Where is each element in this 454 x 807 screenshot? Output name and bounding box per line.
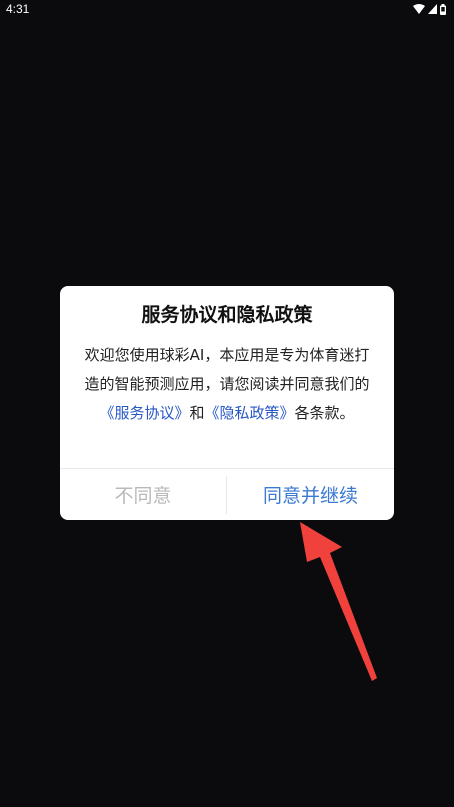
message-prefix: 欢迎您使用球彩AI，本应用是专为体育迷打造的智能预测应用，请您阅读并同意我们的 — [84, 346, 370, 393]
service-agreement-link[interactable]: 《服务协议》 — [99, 404, 189, 422]
wifi-icon — [413, 4, 425, 14]
agree-and-continue-button[interactable]: 同意并继续 — [227, 469, 394, 520]
dialog-message: 欢迎您使用球彩AI，本应用是专为体育迷打造的智能预测应用，请您阅读并同意我们的《… — [80, 341, 374, 428]
message-suffix: 各条款。 — [294, 404, 355, 422]
status-time: 4:31 — [6, 2, 30, 16]
status-bar: 4:31 — [0, 0, 454, 18]
privacy-policy-dialog: 服务协议和隐私政策 欢迎您使用球彩AI，本应用是专为体育迷打造的智能预测应用，请… — [60, 286, 394, 520]
battery-icon — [440, 3, 446, 15]
app-screen: 4:31 服务协议和隐私政策 欢迎您使用球彩AI，本应用是专为体育迷打造的智能预… — [0, 0, 454, 807]
signal-icon — [428, 4, 437, 14]
disagree-button[interactable]: 不同意 — [60, 469, 226, 520]
status-icons — [413, 3, 446, 15]
message-and: 和 — [189, 404, 205, 422]
dialog-title: 服务协议和隐私政策 — [141, 304, 313, 326]
privacy-policy-link[interactable]: 《隐私政策》 — [205, 404, 295, 422]
